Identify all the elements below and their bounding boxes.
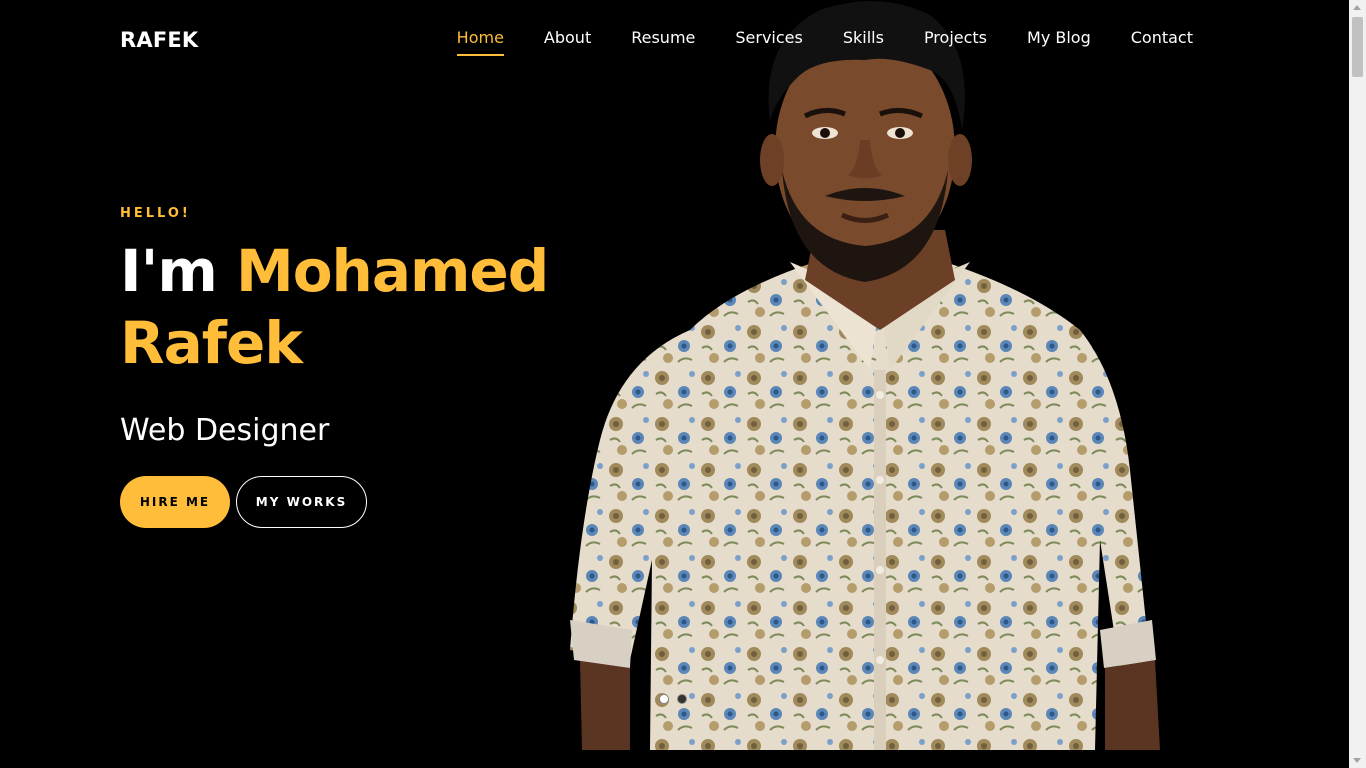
hero-headline: I'm Mohamed Rafek: [120, 235, 580, 379]
carousel-dot-2[interactable]: [677, 694, 687, 704]
page: RAFEK Home About Resume Services Skills …: [0, 0, 1366, 768]
hero-content: HELLO! I'm Mohamed Rafek Web Designer HI…: [120, 200, 580, 528]
my-works-button[interactable]: MY WORKS: [236, 476, 367, 528]
nav-item-blog[interactable]: My Blog: [1027, 28, 1091, 56]
nav-item-home[interactable]: Home: [456, 28, 504, 56]
site-logo[interactable]: RAFEK: [120, 28, 198, 52]
scroll-thumb[interactable]: [1352, 17, 1363, 77]
nav-item-skills[interactable]: Skills: [843, 28, 884, 56]
hero-buttons: HIRE ME MY WORKS: [120, 476, 580, 528]
nav-item-resume[interactable]: Resume: [631, 28, 695, 56]
hero-greeting: HELLO!: [120, 206, 191, 221]
headline-first-name: Mohamed: [235, 237, 549, 305]
carousel-dot-1[interactable]: [659, 694, 669, 704]
headline-prefix: I'm: [120, 237, 218, 305]
site-header: RAFEK Home About Resume Services Skills …: [0, 0, 1349, 78]
page-scrollbar[interactable]: [1349, 0, 1366, 768]
headline-last-name: Rafek: [120, 309, 303, 377]
portrait-image: [570, 1, 1160, 750]
hero-role: Web Designer: [120, 413, 330, 448]
scroll-down-icon[interactable]: [1353, 758, 1361, 763]
hire-me-button[interactable]: HIRE ME: [120, 476, 230, 528]
nav-item-projects[interactable]: Projects: [924, 28, 987, 56]
nav-item-contact[interactable]: Contact: [1131, 28, 1193, 56]
carousel-dots: [659, 694, 687, 704]
nav-item-about[interactable]: About: [544, 28, 591, 56]
nav-item-services[interactable]: Services: [735, 28, 802, 56]
scroll-up-icon[interactable]: [1353, 5, 1361, 10]
main-nav: Home About Resume Services Skills Projec…: [417, 28, 1193, 56]
